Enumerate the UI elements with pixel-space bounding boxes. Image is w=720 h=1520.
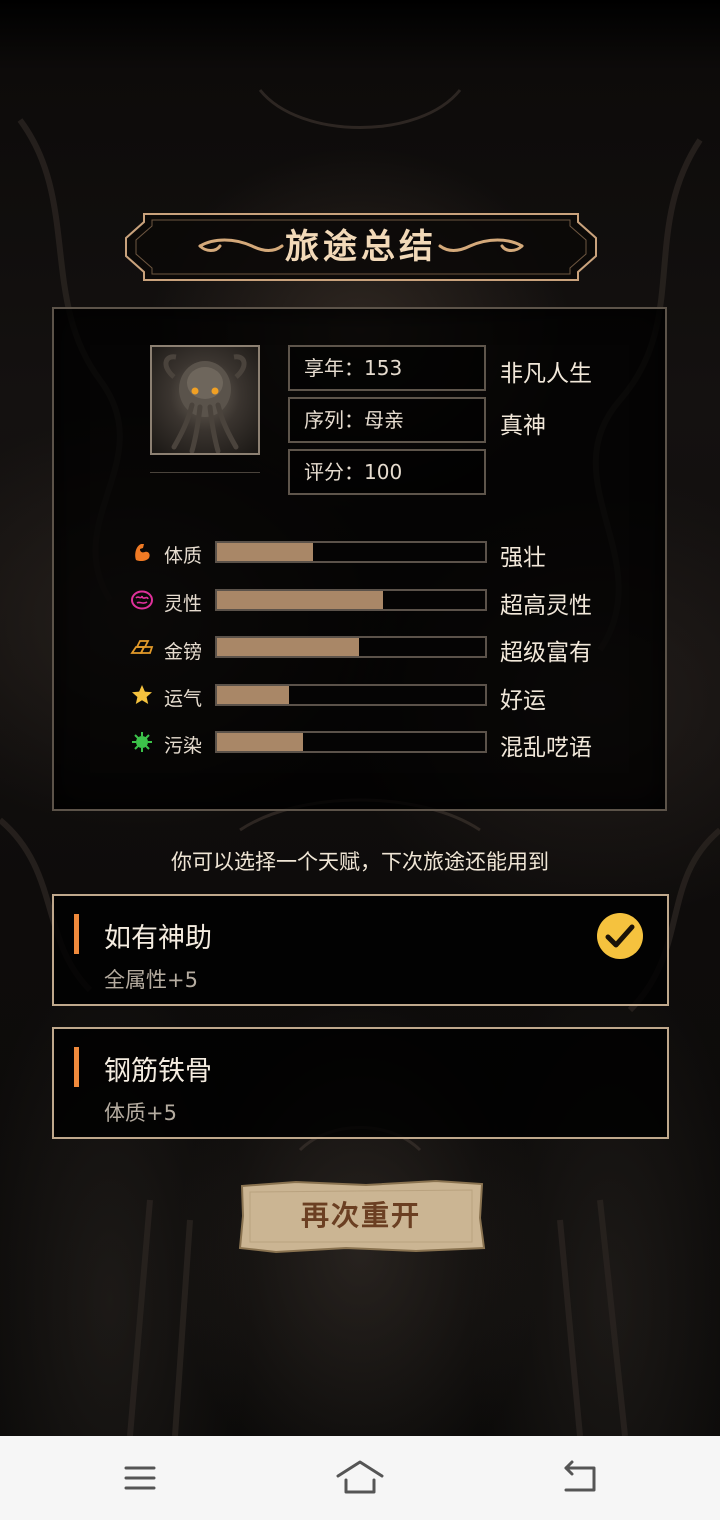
score-box: 评分：100 — [288, 449, 486, 495]
title-banner: 旅途总结 — [124, 212, 598, 282]
virus-icon — [132, 732, 152, 752]
stat-bar — [215, 684, 487, 706]
stat-description: 超级富有 — [500, 640, 592, 666]
gold-bars-icon — [130, 640, 154, 654]
age-description: 非凡人生 — [500, 361, 592, 387]
talent-description: 体质+5 — [104, 1101, 177, 1125]
stat-bar-fill — [217, 543, 314, 561]
stat-bar-fill — [217, 591, 384, 609]
stat-description: 强壮 — [500, 545, 546, 571]
menu-icon[interactable] — [118, 1456, 162, 1500]
restart-button[interactable]: 再次重开 — [236, 1178, 486, 1254]
stat-bar-fill — [217, 733, 303, 751]
stat-bar-fill — [217, 638, 360, 656]
stat-label: 灵性 — [164, 593, 203, 615]
stat-label: 污染 — [164, 735, 203, 757]
talent-card-selected[interactable]: 如有神助 全属性+5 — [52, 894, 669, 1006]
talent-name: 如有神助 — [104, 923, 212, 954]
talent-name: 钢筋铁骨 — [104, 1056, 212, 1087]
talent-accent-bar — [74, 1047, 79, 1087]
stat-bar — [215, 636, 487, 658]
stat-bar-fill — [217, 686, 290, 704]
stat-bar — [215, 731, 487, 753]
talent-description: 全属性+5 — [104, 968, 198, 992]
brain-icon — [131, 590, 153, 610]
check-icon[interactable] — [597, 913, 643, 959]
stat-label: 体质 — [164, 545, 203, 567]
home-icon[interactable] — [336, 1456, 384, 1500]
stat-label: 运气 — [164, 688, 203, 710]
stat-bar — [215, 589, 487, 611]
character-portrait — [150, 345, 260, 455]
portrait-divider — [150, 472, 260, 473]
sequence-description: 真神 — [500, 413, 546, 439]
talent-accent-bar — [74, 914, 79, 954]
restart-label: 再次重开 — [300, 1199, 421, 1232]
age-box: 享年：153 — [288, 345, 486, 391]
stat-description: 混乱呓语 — [500, 735, 592, 761]
talent-card[interactable]: 钢筋铁骨 体质+5 — [52, 1027, 669, 1139]
talent-prompt: 你可以选择一个天赋，下次旅途还能用到 — [171, 850, 549, 874]
page-title: 旅途总结 — [285, 227, 437, 267]
stat-label: 金镑 — [164, 641, 203, 663]
muscle-icon — [135, 544, 150, 562]
stat-bar — [215, 541, 487, 563]
cthulhu-portrait-icon — [163, 354, 247, 453]
back-icon[interactable] — [558, 1456, 602, 1500]
stat-description: 好运 — [500, 688, 546, 714]
system-navigation-bar — [0, 1436, 720, 1520]
stat-description: 超高灵性 — [500, 593, 592, 619]
star-icon — [132, 685, 152, 704]
sequence-box: 序列：母亲 — [288, 397, 486, 443]
